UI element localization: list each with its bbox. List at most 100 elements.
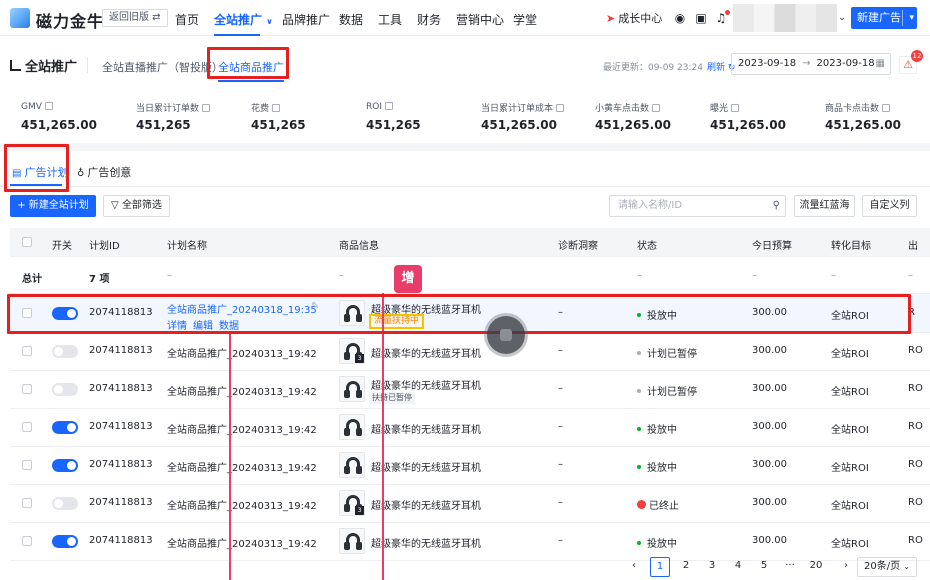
product-name: 超级豪华的无线蓝牙耳机 — [371, 349, 481, 360]
old-version-button[interactable]: 返回旧版 ⇄ — [102, 9, 168, 27]
page-size-select[interactable]: 20条/页 ⌄ — [857, 557, 917, 577]
plan-name[interactable]: 全站商品推广_20240313_19:42 — [167, 383, 317, 398]
plan-name[interactable]: 全站商品推广_20240313_19:42 — [167, 535, 317, 550]
info-icon[interactable] — [731, 104, 740, 112]
total-dash: – — [637, 270, 642, 281]
status: 计划已暂停 — [637, 345, 697, 360]
chart-icon — [10, 60, 21, 71]
today-budget: 300.00 — [752, 421, 787, 432]
target-icon[interactable]: ◉ — [673, 11, 687, 25]
custom-columns-button[interactable]: 自定义列 — [862, 195, 917, 217]
page-button[interactable]: 4 — [728, 557, 748, 577]
nav-home[interactable]: 首页 — [175, 11, 199, 28]
row-checkbox[interactable] — [22, 422, 32, 432]
metric-value: 451,265.00 — [710, 118, 786, 132]
plan-switch-toggle[interactable] — [52, 345, 78, 358]
product-thumbnail[interactable] — [339, 414, 365, 440]
row-checkbox[interactable] — [22, 536, 32, 546]
nav-active-indicator — [214, 34, 260, 36]
page-button[interactable]: 1 — [650, 557, 670, 577]
growth-center-link[interactable]: ➤ 成长中心 — [606, 10, 662, 26]
tab-ad-creative[interactable]: ♁ 广告创意 — [77, 164, 131, 180]
plan-switch-toggle[interactable] — [52, 383, 78, 396]
info-icon[interactable] — [882, 104, 891, 112]
total-dash: – — [831, 270, 836, 281]
calendar-icon: ▦ — [875, 58, 885, 69]
row-checkbox[interactable] — [22, 498, 32, 508]
last-update: 最近更新：09-09 23:24 刷新 ↻ — [603, 63, 736, 73]
page-button[interactable]: 3 — [702, 557, 722, 577]
metric-label: 商品卡点击数 — [825, 101, 891, 114]
flow-ocean-button[interactable]: 流量红蓝海 — [794, 195, 855, 217]
support-paused-tag: 扶持已暂停 — [369, 392, 415, 404]
status-dot-icon — [637, 541, 641, 545]
nav-marketing[interactable]: 营销中心 — [456, 11, 504, 28]
new-ad-button[interactable]: 新建广告 ▾ — [851, 7, 917, 29]
col-product: 商品信息 — [339, 241, 379, 252]
section-divider — [0, 143, 930, 151]
row-checkbox[interactable] — [22, 346, 32, 356]
row-checkbox[interactable] — [22, 460, 32, 470]
select-all-checkbox[interactable] — [22, 237, 32, 247]
product-count-badge: 3 — [355, 506, 364, 515]
metric-value: 451,265.00 — [21, 118, 97, 132]
bell-icon[interactable]: ♫ — [714, 10, 730, 25]
search-input[interactable]: 请输入名称/ID ⚲ — [609, 195, 786, 217]
message-icon[interactable]: ▣ — [694, 11, 708, 25]
page-button[interactable]: 20 — [806, 557, 826, 577]
chevron-down-icon[interactable]: ⌄ — [835, 11, 849, 25]
product-thumbnail[interactable]: 3 — [339, 490, 365, 516]
metric-label: 当日累计订单数 — [136, 101, 211, 114]
search-icon: ⚲ — [772, 200, 780, 211]
info-icon[interactable] — [202, 104, 211, 112]
page-button[interactable]: 5 — [754, 557, 774, 577]
plan-name[interactable]: 全站商品推广_20240313_19:42 — [167, 497, 317, 512]
nav-finance[interactable]: 财务 — [417, 11, 441, 28]
nav-data[interactable]: 数据 — [339, 11, 363, 28]
nav-full-site[interactable]: 全站推广 ∨ — [214, 11, 273, 28]
info-icon[interactable] — [652, 104, 661, 112]
product-count-badge: 3 — [355, 354, 364, 363]
info-icon[interactable] — [272, 104, 281, 112]
plan-id: 2074118813 — [89, 345, 153, 356]
plan-switch-toggle[interactable] — [52, 459, 78, 472]
product-thumbnail[interactable] — [339, 376, 365, 402]
product-thumbnail[interactable] — [339, 452, 365, 478]
plan-switch-toggle[interactable] — [52, 497, 78, 510]
filter-button[interactable]: ▽ 全部筛选 — [103, 195, 170, 217]
plan-name[interactable]: 全站商品推广_20240313_19:42 — [167, 345, 317, 360]
plan-name[interactable]: 全站商品推广_20240313_19:42 — [167, 421, 317, 436]
page-button[interactable]: 2 — [676, 557, 696, 577]
status: 投放中 — [637, 459, 677, 474]
subtab-live[interactable]: 全站直播推广（智投版） — [102, 59, 223, 80]
product-thumbnail[interactable] — [339, 528, 365, 554]
col-budget: 今日预算 — [752, 241, 792, 252]
info-icon[interactable] — [44, 102, 53, 110]
date-range-picker[interactable]: 2023-09-18 → 2023-09-18 ▦ — [731, 53, 891, 75]
product-thumbnail[interactable]: 3 — [339, 338, 365, 364]
new-plan-button[interactable]: + 新建全站计划 — [10, 195, 96, 217]
col-insight: 诊断洞察 — [558, 241, 598, 252]
info-icon[interactable] — [385, 102, 393, 110]
nav-brand[interactable]: 品牌推广 — [282, 11, 330, 28]
col-plan-name: 计划名称 — [167, 241, 207, 252]
row-checkbox[interactable] — [22, 384, 32, 394]
plan-id: 2074118813 — [89, 383, 153, 394]
info-icon[interactable] — [556, 104, 565, 112]
next-page-icon[interactable]: › — [836, 557, 856, 577]
nav-tools[interactable]: 工具 — [378, 11, 402, 28]
overflow-cell: RO — [908, 345, 923, 356]
today-budget: 300.00 — [752, 345, 787, 356]
user-account-blurred[interactable] — [733, 4, 837, 32]
plan-switch-toggle[interactable] — [52, 535, 78, 548]
plan-switch-toggle[interactable] — [52, 421, 78, 434]
nav-academy[interactable]: 学堂 — [513, 11, 537, 28]
top-nav: 磁力金牛 返回旧版 ⇄ 首页 全站推广 ∨ 品牌推广 数据 工具 财务 营销中心… — [0, 0, 930, 36]
total-count: 7 项 — [89, 274, 110, 285]
plan-name[interactable]: 全站商品推广_20240313_19:42 — [167, 459, 317, 474]
page-button[interactable]: ··· — [780, 557, 800, 577]
insight: – — [558, 459, 563, 470]
bulb-icon: ♁ — [77, 168, 85, 179]
product-name: 超级豪华的无线蓝牙耳机 — [371, 539, 481, 550]
prev-page-icon[interactable]: ‹ — [624, 557, 644, 577]
